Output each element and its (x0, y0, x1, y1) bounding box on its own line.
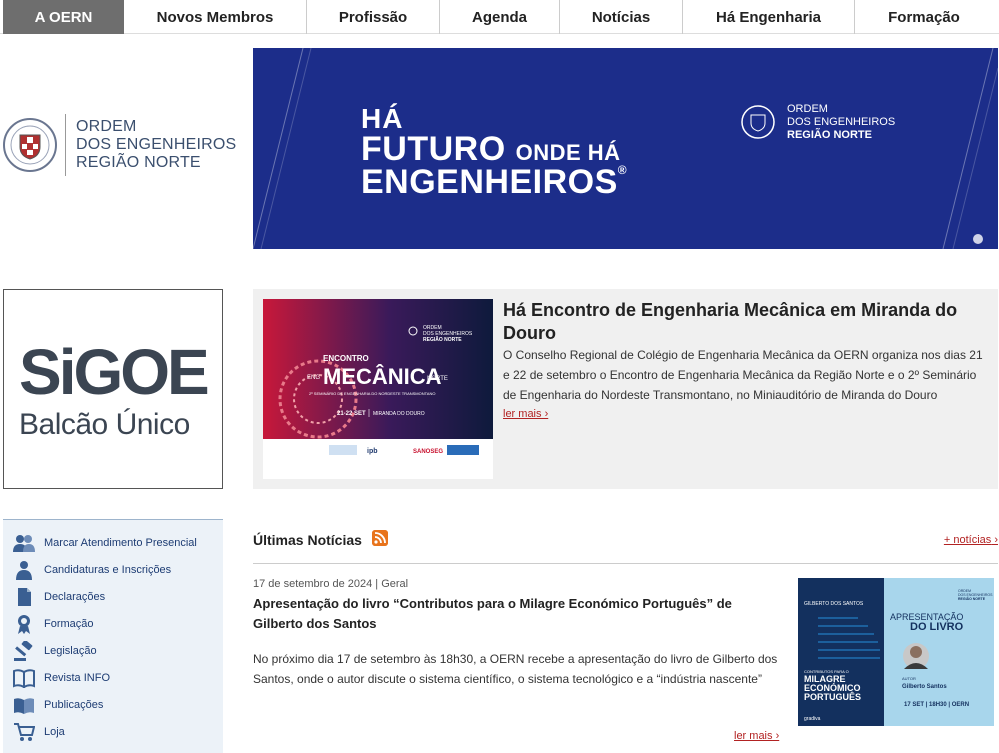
sidebar-item-label: Declarações (44, 590, 106, 603)
logo-line-1: ORDEM (76, 118, 137, 135)
sidebar-item-loja[interactable]: Loja (3, 718, 223, 745)
featured-img-place: MIRANDA DO DOURO (373, 411, 425, 417)
featured-article-title[interactable]: Há Encontro de Engenharia Mecânica em Mi… (503, 299, 983, 345)
sidebar-item-label: Formação (44, 617, 94, 630)
banner-line-3: ENGENHEIROS® (361, 163, 627, 202)
article-img-autor-name: Gilberto Santos (902, 684, 947, 690)
featured-img-seminario: 2º SEMINÁRIO DE ENGENHARIA DO NORDESTE T… (309, 391, 435, 396)
article-image-graphic: GILBERTO DOS SANTOS ORDEM DOS ENGENHEIRO… (798, 578, 994, 726)
cart-icon (14, 722, 35, 741)
registered-mark: ® (617, 163, 628, 177)
news-section-header: Últimas Notícias + notícias › (253, 528, 998, 564)
sidebar-item-atendimento[interactable]: Marcar Atendimento Presencial (3, 529, 223, 556)
sidebar-item-candidaturas[interactable]: Candidaturas e Inscrições (3, 556, 223, 583)
ribbon-icon (18, 614, 30, 634)
featured-image-graphic: ORDEM DOS ENGENHEIROS REGIÃO NORTE ENCON… (263, 299, 493, 479)
top-navigation: A OERN Novos Membros Profissão Agenda No… (0, 0, 999, 34)
sidebar-menu: Marcar Atendimento Presencial Candidatur… (3, 519, 223, 753)
article-image[interactable]: GILBERTO DOS SANTOS ORDEM DOS ENGENHEIRO… (798, 578, 994, 726)
sidebar-item-label: Marcar Atendimento Presencial (44, 536, 197, 549)
rss-icon[interactable] (372, 530, 388, 546)
news-heading: Últimas Notícias (253, 532, 362, 548)
nav-item-a-oern[interactable]: A OERN (3, 0, 124, 34)
featured-read-more-label: ler mais (503, 408, 542, 420)
article-img-do-livro: DO LIVRO (910, 621, 964, 633)
oern-logo[interactable]: ORDEM DOS ENGENHEIROS REGIÃO NORTE (3, 110, 243, 180)
sidebar-item-revista-info[interactable]: Revista INFO (3, 664, 223, 691)
sigoe-title: SiGOE (19, 336, 210, 408)
nav-item-formacao[interactable]: Formação (855, 0, 993, 34)
article-img-author-top: GILBERTO DOS SANTOS (804, 601, 864, 607)
sidebar-item-label: Loja (44, 725, 65, 738)
banner-seal-icon (741, 105, 775, 139)
hero-banner[interactable]: HÁ FUTURO ONDE HÁ ENGENHEIROS® ORDEM DOS… (253, 48, 998, 249)
book-icon (13, 668, 35, 688)
banner-logo-line-3: REGIÃO NORTE (787, 128, 872, 141)
article-img-autor-label: AUTOR (902, 676, 916, 681)
logo-line-3: REGIÃO NORTE (76, 154, 201, 171)
banner-logo-line-1: ORDEM (787, 102, 828, 115)
article-meta: 17 de setembro de 2024 | Geral (253, 578, 409, 590)
featured-read-more-link[interactable]: ler mais › (503, 408, 548, 420)
sidebar-item-label: Candidaturas e Inscrições (44, 563, 172, 576)
sidebar-item-legislacao[interactable]: Legislação (3, 637, 223, 664)
banner-logo-line-2: DOS ENGENHEIROS (787, 115, 896, 128)
sidebar-item-label: Legislação (44, 644, 97, 657)
banner-engenheiros: ENGENHEIROS (361, 163, 618, 201)
featured-img-norte: NORTE (427, 376, 448, 382)
article-img-org-3: REGIÃO NORTE (958, 596, 986, 601)
more-news-label: + notícias (943, 534, 992, 546)
article-img-book-4: PORTUGUÊS (804, 691, 861, 702)
featured-img-org-3: REGIÃO NORTE (423, 336, 462, 343)
featured-img-date: 21-22 SET (337, 411, 366, 417)
featured-img-eng: ENG (307, 375, 320, 381)
logo-line-2: DOS ENGENHEIROS (76, 136, 237, 153)
gavel-icon (14, 640, 33, 661)
seal-icon (3, 118, 57, 172)
featured-article-description: O Conselho Regional de Colégio de Engenh… (503, 348, 983, 402)
article-read-more-label: ler mais (734, 730, 773, 742)
nav-item-ha-engenharia[interactable]: Há Engenharia (683, 0, 855, 34)
logo-divider (65, 114, 66, 176)
nav-item-profissao[interactable]: Profissão (307, 0, 440, 34)
banner-logo: ORDEM DOS ENGENHEIROS REGIÃO NORTE (741, 102, 895, 142)
banner-onde-ha: ONDE HÁ (515, 140, 621, 165)
article-title[interactable]: Apresentação do livro “Contributos para … (253, 594, 773, 634)
featured-img-encontro: ENCONTRO (323, 354, 369, 363)
open-book-icon (14, 697, 34, 714)
more-news-link[interactable]: + notícias › (944, 534, 998, 546)
sidebar-item-formacao[interactable]: Formação (3, 610, 223, 637)
article-img-publisher: gradiva (804, 716, 821, 722)
sidebar-item-declaracoes[interactable]: Declarações (3, 583, 223, 610)
article-read-more-link[interactable]: ler mais › (734, 730, 779, 742)
sidebar-item-publicacoes[interactable]: Publicações (3, 691, 223, 718)
slider-dot[interactable] (973, 234, 983, 244)
featured-article-image[interactable]: ORDEM DOS ENGENHEIROS REGIÃO NORTE ENCON… (263, 299, 493, 479)
nav-item-noticias[interactable]: Notícias (560, 0, 683, 34)
article-img-event: 17 SET | 18H30 | OERN (904, 702, 969, 708)
nav-item-agenda[interactable]: Agenda (440, 0, 560, 34)
sidebar-item-label: Publicações (44, 698, 104, 711)
featured-article: ORDEM DOS ENGENHEIROS REGIÃO NORTE ENCON… (253, 289, 998, 489)
person-icon (16, 560, 32, 580)
logo-text: ORDEM DOS ENGENHEIROS REGIÃO NORTE (76, 118, 236, 172)
sidebar-item-label: Revista INFO (44, 671, 111, 684)
featured-img-mecanica: MECÂNICA (323, 364, 442, 389)
nav-item-novos-membros[interactable]: Novos Membros (124, 0, 307, 34)
featured-img-sponsor-sanoseg: SANOSEG (413, 449, 443, 455)
people-icon (13, 534, 35, 552)
document-icon (18, 587, 31, 606)
article-description: No próximo dia 17 de setembro às 18h30, … (253, 652, 778, 686)
nav-items: A OERN Novos Membros Profissão Agenda No… (3, 0, 993, 34)
sigoe-balcao-unico[interactable]: SiGOE Balcão Único (3, 289, 223, 489)
sigoe-subtitle: Balcão Único (19, 408, 190, 441)
featured-img-sponsor-ipb: ipb (367, 448, 378, 455)
